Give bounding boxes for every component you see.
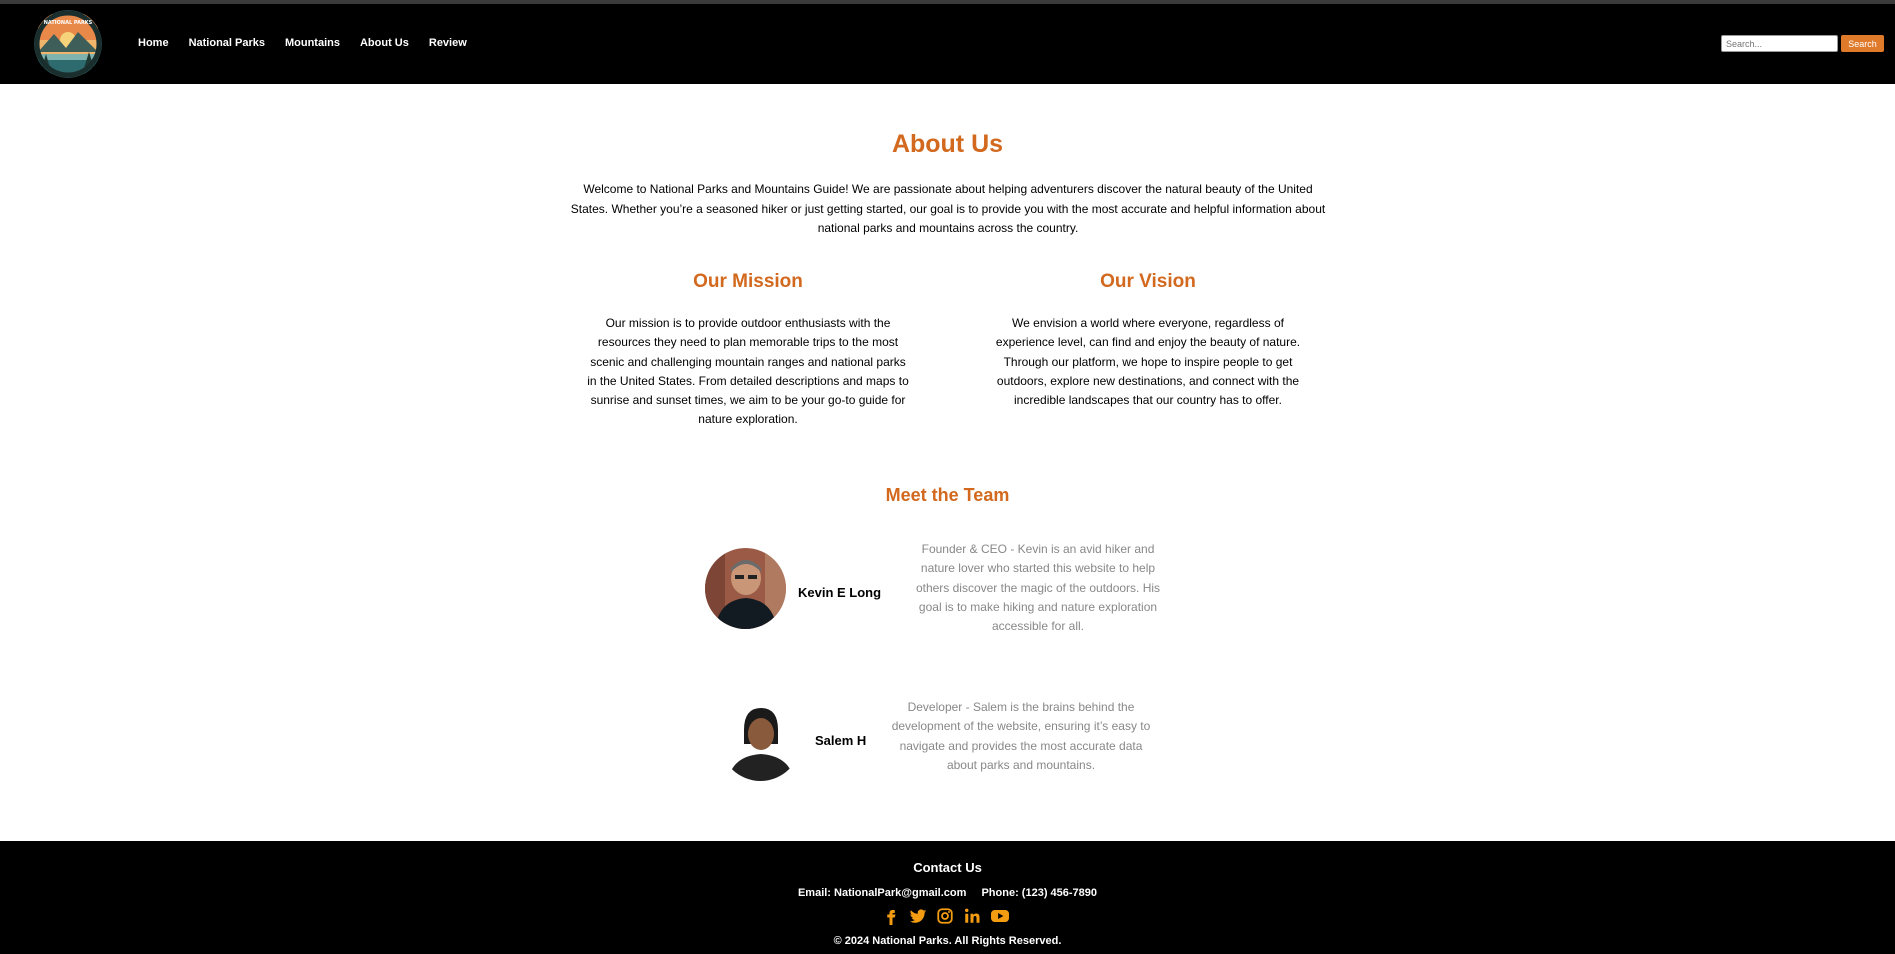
person-photo-icon	[720, 700, 801, 781]
contact-phone: Phone: (123) 456-7890	[981, 887, 1098, 899]
mission-title: Our Mission	[693, 271, 803, 292]
nav-mountains[interactable]: Mountains	[285, 37, 340, 49]
linkedin-icon[interactable]	[963, 907, 981, 925]
member-name-kevin: Kevin E Long	[798, 585, 882, 600]
team-title: Meet the Team	[885, 485, 1010, 505]
nav-review[interactable]: Review	[429, 37, 467, 49]
vision-text: We envision a world where everyone, rega…	[995, 316, 1301, 408]
youtube-icon[interactable]	[990, 907, 1010, 925]
member-name-salem: Salem H	[815, 733, 867, 748]
nav-about-us[interactable]: About Us	[360, 37, 409, 49]
person-photo-icon	[705, 548, 786, 629]
instagram-icon[interactable]	[936, 907, 954, 925]
vision-title: Our Vision	[1100, 271, 1196, 292]
site-header: NATIONAL PARKS Home National Parks Mount…	[0, 4, 1895, 84]
contact-title: Contact Us	[913, 860, 982, 875]
intro-paragraph: Welcome to National Parks and Mountains …	[570, 182, 1326, 235]
national-parks-logo-icon: NATIONAL PARKS	[34, 10, 102, 78]
nav-national-parks[interactable]: National Parks	[189, 37, 265, 49]
avatar-salem	[720, 700, 801, 781]
avatar-kevin	[705, 548, 786, 629]
site-footer: Contact Us Email: NationalPark@gmail.com…	[0, 841, 1895, 954]
facebook-icon[interactable]	[882, 907, 900, 925]
main-nav: Home National Parks Mountains About Us R…	[138, 37, 487, 49]
member-bio-kevin: Founder & CEO - Kevin is an avid hiker a…	[915, 542, 1161, 634]
logo-lettering: NATIONAL PARKS	[44, 20, 93, 26]
social-links	[882, 907, 1010, 925]
site-logo[interactable]: NATIONAL PARKS	[34, 10, 102, 78]
mission-text: Our mission is to provide outdoor enthus…	[587, 316, 909, 427]
twitter-icon[interactable]	[909, 907, 927, 925]
search-input[interactable]	[1721, 35, 1838, 52]
contact-email[interactable]: Email: NationalPark@gmail.com	[798, 887, 966, 899]
page-title: About Us	[891, 130, 1004, 158]
member-bio-salem: Developer - Salem is the brains behind t…	[891, 700, 1151, 772]
nav-home[interactable]: Home	[138, 37, 169, 49]
search-button[interactable]: Search	[1841, 35, 1884, 52]
copyright-text: © 2024 National Parks. All Rights Reserv…	[833, 935, 1062, 947]
search-form: Search	[1721, 35, 1884, 52]
contact-info: Email: NationalPark@gmail.com Phone: (12…	[0, 887, 1895, 899]
